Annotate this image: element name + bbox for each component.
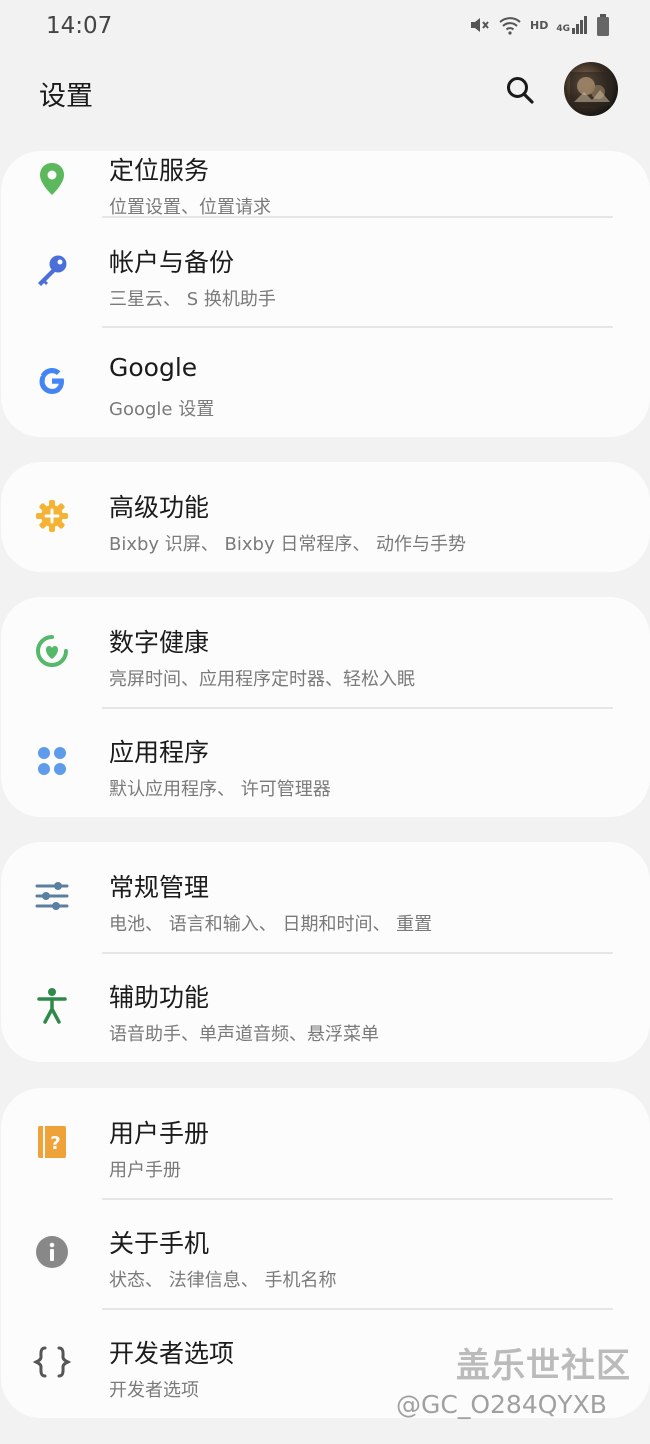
settings-item-title: Google — [109, 353, 198, 382]
settings-card-wellbeing-apps: 数字健康 亮屏时间、应用程序定时器、轻松入眠 应用程序 默认应用程序、 许可管理… — [1, 597, 650, 817]
settings-item-subtitle: Google 设置 — [109, 399, 215, 420]
sliders-icon — [31, 875, 73, 917]
settings-item-accessibility[interactable]: 辅助功能 语音助手、单声道音频、悬浮菜单 — [1, 952, 650, 1062]
location-pin-icon — [31, 158, 73, 200]
settings-item-title: 帐户与备份 — [109, 248, 235, 277]
accessibility-icon — [31, 985, 73, 1027]
settings-card-connections: 定位服务 位置设置、位置请求 帐户与备份 三星云、 S 换机助手 Google … — [1, 151, 650, 437]
google-icon — [31, 360, 73, 402]
heart-ring-icon — [31, 630, 73, 672]
status-time: 14:07 — [46, 13, 113, 39]
settings-item-subtitle: 电池、 语言和输入、 日期和时间、 重置 — [109, 914, 433, 935]
wifi-icon — [499, 17, 521, 35]
battery-icon — [597, 14, 609, 36]
help-book-icon: ? — [31, 1121, 73, 1163]
settings-item-digital-wellbeing[interactable]: 数字健康 亮屏时间、应用程序定时器、轻松入眠 — [1, 597, 650, 707]
settings-item-advanced-features[interactable]: 高级功能 Bixby 识屏、 Bixby 日常程序、 动作与手势 — [1, 462, 650, 572]
avatar[interactable] — [564, 62, 618, 116]
status-icons: HD 4G — [468, 14, 610, 36]
settings-item-title: 开发者选项 — [109, 1339, 235, 1368]
signal-icon — [572, 16, 587, 34]
settings-item-google[interactable]: Google Google 设置 — [1, 327, 650, 437]
settings-item-subtitle: 默认应用程序、 许可管理器 — [109, 779, 331, 800]
settings-item-title: 辅助功能 — [109, 983, 210, 1012]
page-title: 设置 — [39, 81, 93, 112]
settings-card-advanced: 高级功能 Bixby 识屏、 Bixby 日常程序、 动作与手势 — [1, 462, 650, 572]
settings-item-accounts-backup[interactable]: 帐户与备份 三星云、 S 换机助手 — [1, 217, 650, 327]
settings-item-subtitle: 语音助手、单声道音频、悬浮菜单 — [109, 1024, 379, 1045]
settings-item-title: 应用程序 — [109, 738, 210, 767]
settings-item-title: 关于手机 — [109, 1229, 210, 1258]
settings-item-title: 常规管理 — [109, 873, 210, 902]
settings-item-title: 用户手册 — [109, 1119, 210, 1148]
status-bar: 14:07 HD 4G — [0, 0, 650, 56]
search-icon — [507, 77, 534, 104]
settings-item-user-manual[interactable]: ? 用户手册 用户手册 — [1, 1088, 650, 1198]
settings-item-title: 数字健康 — [109, 628, 210, 657]
settings-item-title: 高级功能 — [109, 493, 210, 522]
hd-indicator: HD — [530, 18, 549, 32]
network-type: 4G — [556, 24, 570, 34]
mute-icon — [471, 18, 489, 32]
settings-item-subtitle: 用户手册 — [109, 1160, 181, 1181]
settings-item-general-management[interactable]: 常规管理 电池、 语言和输入、 日期和时间、 重置 — [1, 842, 650, 952]
watermark-user-id: @GC_O284QYXB — [396, 1390, 607, 1419]
settings-card-general-accessibility: 常规管理 电池、 语言和输入、 日期和时间、 重置 辅助功能 语音助手、单声道音… — [1, 842, 650, 1062]
info-icon — [31, 1231, 73, 1273]
apps-grid-icon — [31, 740, 73, 782]
settings-item-subtitle: Bixby 识屏、 Bixby 日常程序、 动作与手势 — [109, 534, 467, 555]
search-button[interactable] — [500, 70, 540, 110]
settings-item-subtitle: 开发者选项 — [109, 1380, 199, 1401]
settings-item-subtitle: 三星云、 S 换机助手 — [109, 289, 276, 310]
settings-item-subtitle: 亮屏时间、应用程序定时器、轻松入眠 — [109, 669, 415, 690]
key-icon — [31, 250, 73, 292]
settings-item-about-phone[interactable]: 关于手机 状态、 法律信息、 手机名称 — [1, 1198, 650, 1308]
settings-item-apps[interactable]: 应用程序 默认应用程序、 许可管理器 — [1, 707, 650, 817]
watermark-brand: 盖乐世社区 — [456, 1346, 631, 1386]
settings-item-title: 定位服务 — [109, 156, 210, 185]
braces-icon — [31, 1341, 73, 1383]
settings-item-subtitle: 状态、 法律信息、 手机名称 — [109, 1270, 337, 1291]
avatar-image-icon — [570, 72, 612, 106]
gear-plus-icon — [31, 495, 73, 537]
svg-text:?: ? — [50, 1133, 60, 1154]
app-header: 设置 — [0, 56, 650, 136]
